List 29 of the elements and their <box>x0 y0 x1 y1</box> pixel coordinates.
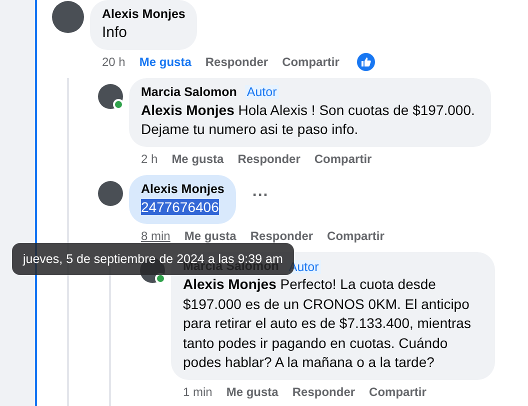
comment-action-link[interactable]: Me gusta <box>139 54 192 68</box>
author-name[interactable]: Marcia Salomon <box>141 84 237 100</box>
avatar[interactable] <box>52 1 84 33</box>
comment-time[interactable]: 1 min <box>183 384 212 398</box>
comment-action-link[interactable]: Responder <box>205 54 268 68</box>
comment-action-link[interactable]: Me gusta <box>226 384 278 398</box>
comment-action-link[interactable]: Compartir <box>282 54 340 68</box>
comment-action-link[interactable]: Me gusta <box>172 152 224 166</box>
avatar[interactable] <box>98 180 123 206</box>
comment-action-link[interactable]: Compartir <box>369 384 426 398</box>
comment-text: Alexis Monjes Hola Alexis ! Son cuotas de $197.000. Dejame tu numero asi te paso info. <box>141 100 476 139</box>
author-badge: Autor <box>244 85 279 99</box>
comment-text: Alexis Monjes Perfecto! La cuota desde $197.000 es de un CRONOS 0KM. El anticipo para retirar el auto es de $7.133.400, mientras tanto podes ir pagando en cuotas. Cuándo podes hablar? A la mañana o a la tarde? <box>183 275 472 372</box>
avatar[interactable] <box>98 84 123 108</box>
comment-text: Info <box>102 23 128 42</box>
thumbs-up-icon <box>357 52 376 70</box>
comment-time[interactable]: 2 h <box>141 152 158 166</box>
comment-text: 2477676406 <box>141 198 220 216</box>
comment-time[interactable]: 20 h <box>102 54 126 68</box>
more-options-button[interactable]: ... <box>242 174 279 208</box>
comment-action-link[interactable]: Responder <box>250 229 314 243</box>
comment-action-link[interactable]: Compartir <box>327 229 384 243</box>
author-name[interactable]: Alexis Monjes <box>102 6 186 23</box>
comment-action-link[interactable]: Responder <box>292 384 356 398</box>
comment-action-link[interactable]: Compartir <box>314 152 372 166</box>
comment-time[interactable]: 8 min <box>141 229 170 243</box>
comment-action-link[interactable]: Responder <box>238 152 300 166</box>
comment-action-link[interactable]: Me gusta <box>184 229 236 243</box>
author-name[interactable]: Alexis Monjes <box>141 180 224 198</box>
